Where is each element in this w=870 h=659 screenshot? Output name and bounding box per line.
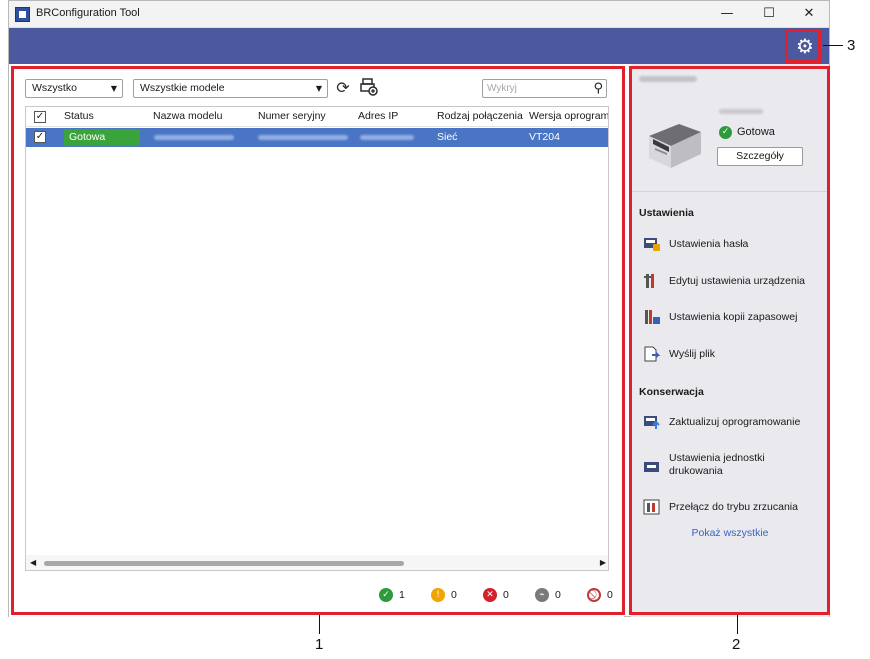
callout-frame-device-list bbox=[11, 66, 625, 615]
close-button[interactable]: ✕ bbox=[791, 3, 827, 25]
app-logo-icon bbox=[15, 7, 30, 22]
callout-frame-settings bbox=[785, 29, 821, 63]
header-band: ⚙ bbox=[9, 28, 829, 64]
callout-frame-detail-panel bbox=[629, 66, 830, 615]
title-bar: BRConfiguration Tool — ☐ ✕ bbox=[9, 1, 829, 28]
callout-leader-2 bbox=[737, 615, 738, 634]
callout-leader-3 bbox=[823, 45, 843, 46]
minimize-button[interactable]: — bbox=[709, 3, 745, 25]
window-title: BRConfiguration Tool bbox=[36, 7, 140, 19]
callout-number-2: 2 bbox=[732, 636, 741, 653]
callout-leader-1 bbox=[319, 615, 320, 634]
callout-number-1: 1 bbox=[315, 636, 324, 653]
callout-number-3: 3 bbox=[847, 37, 856, 54]
maximize-button[interactable]: ☐ bbox=[751, 3, 787, 25]
